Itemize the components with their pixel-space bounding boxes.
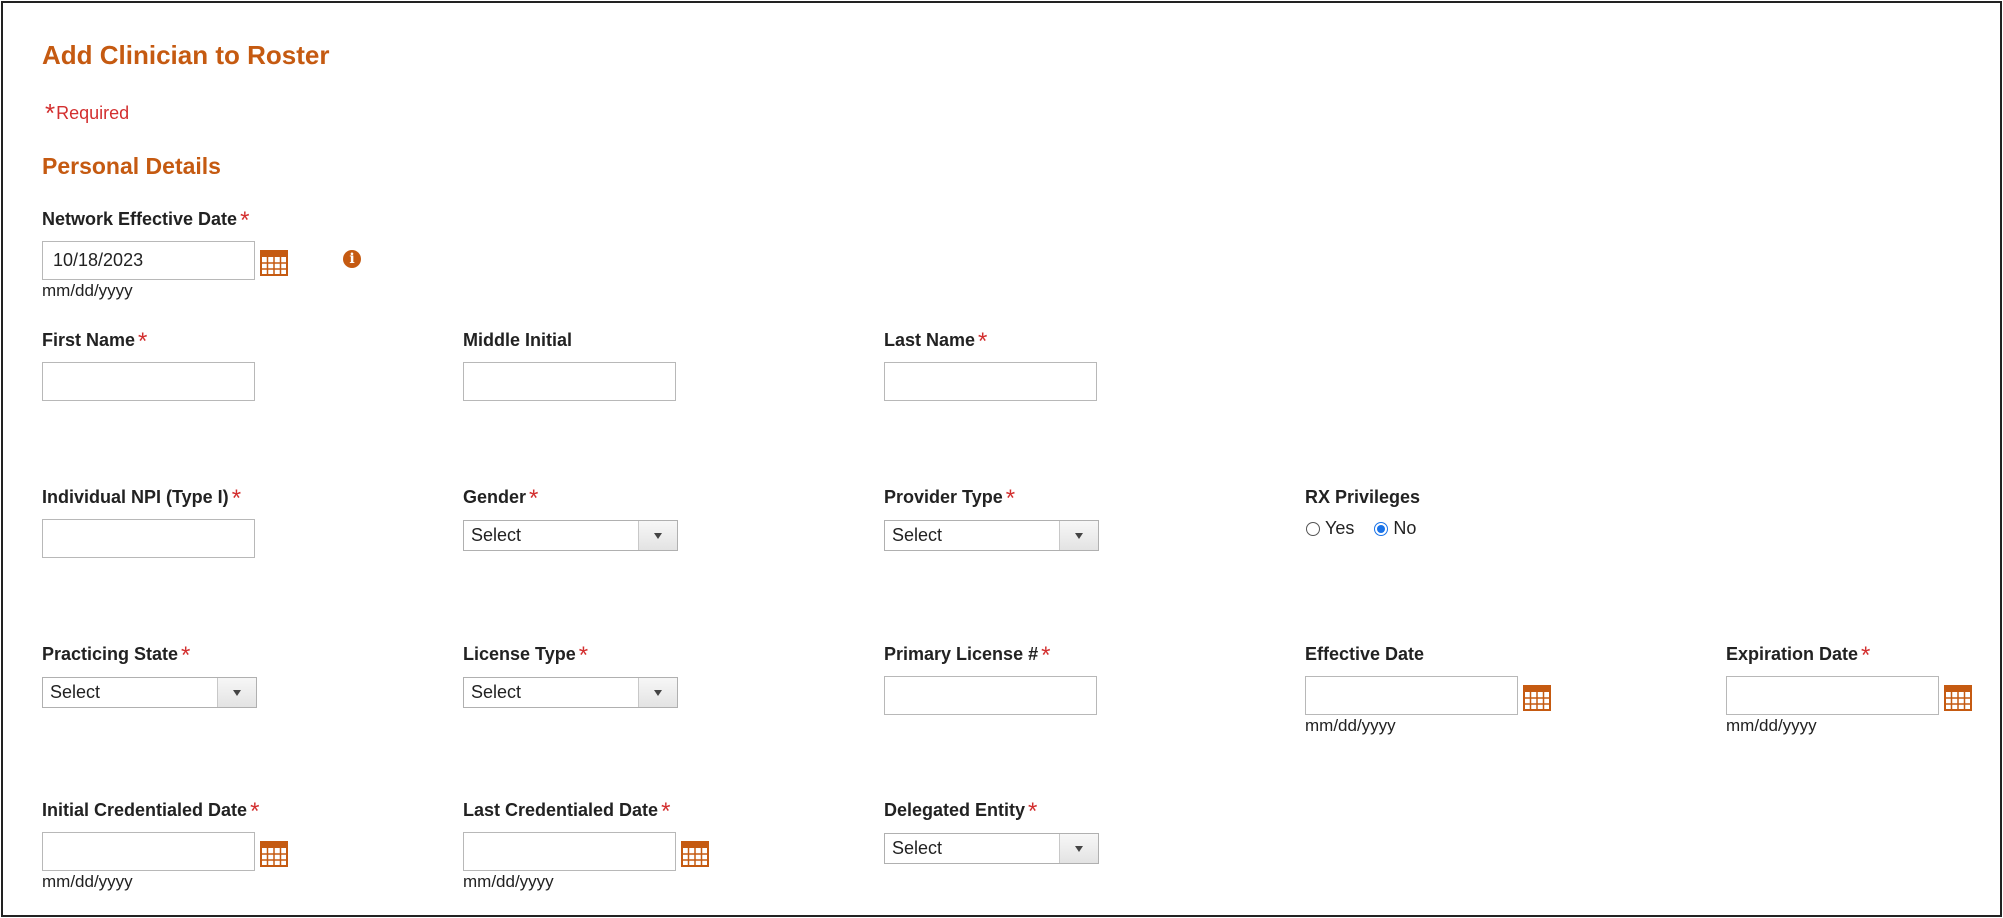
- last-name-label: Last Name *: [884, 330, 987, 354]
- calendar-icon[interactable]: [259, 247, 289, 277]
- gender-label-text: Gender: [463, 487, 527, 507]
- last-name-label-text: Last Name: [884, 330, 976, 350]
- middle-initial-input[interactable]: [463, 362, 676, 401]
- calendar-icon[interactable]: [1522, 682, 1552, 712]
- gender-select-value: Select: [471, 525, 522, 545]
- date-format-hint: mm/dd/yyyy: [1305, 716, 1396, 735]
- individual-npi-label: Individual NPI (Type I) *: [42, 487, 241, 511]
- chevron-down-icon[interactable]: [1059, 834, 1098, 863]
- info-icon[interactable]: i: [343, 250, 361, 268]
- primary-license-label: Primary License # *: [884, 644, 1050, 668]
- chevron-down-icon[interactable]: [638, 521, 677, 550]
- last-credentialed-date-input[interactable]: [463, 832, 676, 871]
- network-effective-date-input[interactable]: [42, 241, 255, 280]
- expiration-date-label-text: Expiration Date: [1726, 644, 1859, 664]
- required-star-icon: *: [250, 798, 260, 825]
- chevron-down-icon[interactable]: [1059, 521, 1098, 550]
- provider-type-select-value: Select: [892, 525, 943, 545]
- first-name-label-text: First Name: [42, 330, 136, 350]
- date-format-hint: mm/dd/yyyy: [42, 872, 133, 891]
- initial-credentialed-date-label-text: Initial Credentialed Date: [42, 800, 248, 820]
- last-credentialed-date-label-text: Last Credentialed Date: [463, 800, 659, 820]
- required-star-icon: *: [1005, 485, 1016, 512]
- required-legend: *Required: [42, 100, 129, 126]
- effective-date-label: Effective Date: [1305, 644, 1425, 664]
- license-type-label: License Type *: [463, 644, 588, 668]
- practicing-state-label-text: Practicing State: [42, 644, 179, 664]
- calendar-icon[interactable]: [259, 838, 289, 868]
- provider-type-label: Provider Type *: [884, 487, 1015, 511]
- initial-credentialed-date-label: Initial Credentialed Date *: [42, 800, 259, 824]
- required-star-icon: *: [240, 207, 250, 234]
- delegated-entity-label-text: Delegated Entity: [884, 800, 1026, 820]
- middle-initial-label: Middle Initial: [463, 330, 573, 350]
- first-name-input[interactable]: [42, 362, 255, 401]
- provider-type-label-text: Provider Type: [884, 487, 1003, 507]
- gender-select[interactable]: Select: [463, 520, 678, 551]
- network-effective-date-label-text: Network Effective Date: [42, 209, 238, 229]
- delegated-entity-label: Delegated Entity *: [884, 800, 1037, 824]
- gender-label: Gender *: [463, 487, 538, 511]
- date-format-hint: mm/dd/yyyy: [463, 872, 554, 891]
- license-type-select[interactable]: Select: [463, 677, 678, 708]
- primary-license-input[interactable]: [884, 676, 1097, 715]
- practicing-state-label: Practicing State *: [42, 644, 190, 668]
- individual-npi-input[interactable]: [42, 519, 255, 558]
- chevron-down-icon[interactable]: [217, 678, 256, 707]
- delegated-entity-select-value: Select: [892, 838, 943, 858]
- required-star-icon: *: [529, 485, 539, 512]
- rx-privileges-no-radio[interactable]: [1374, 521, 1389, 536]
- form-frame: [1, 1, 2002, 917]
- license-type-select-value: Select: [471, 682, 522, 702]
- delegated-entity-select[interactable]: Select: [884, 833, 1099, 864]
- required-star-icon: *: [661, 798, 671, 825]
- expiration-date-label: Expiration Date *: [1726, 644, 1870, 668]
- required-star-icon: *: [978, 328, 988, 355]
- individual-npi-label-text: Individual NPI (Type I): [42, 487, 229, 507]
- rx-privileges-radio-group: Yes No: [1306, 518, 1436, 539]
- last-credentialed-date-label: Last Credentialed Date *: [463, 800, 670, 824]
- required-star-icon: *: [138, 328, 148, 355]
- page-title: Add Clinician to Roster: [42, 40, 330, 70]
- first-name-label: First Name *: [42, 330, 147, 354]
- calendar-icon[interactable]: [1943, 682, 1973, 712]
- practicing-state-select-value: Select: [50, 682, 101, 702]
- date-format-hint: mm/dd/yyyy: [42, 281, 133, 300]
- required-star-icon: *: [578, 642, 589, 669]
- effective-date-input[interactable]: [1305, 676, 1518, 715]
- required-star-icon: *: [1861, 642, 1871, 669]
- expiration-date-input[interactable]: [1726, 676, 1939, 715]
- section-title-personal-details: Personal Details: [42, 153, 221, 179]
- rx-privileges-label: RX Privileges: [1305, 487, 1421, 507]
- rx-privileges-yes-label[interactable]: Yes: [1325, 518, 1354, 539]
- rx-privileges-yes-radio[interactable]: [1306, 521, 1320, 536]
- rx-privileges-no-label[interactable]: No: [1393, 518, 1416, 539]
- primary-license-label-text: Primary License #: [884, 644, 1039, 664]
- calendar-icon[interactable]: [680, 838, 710, 868]
- required-legend-text: Required: [56, 103, 130, 123]
- required-star-icon: *: [1041, 642, 1051, 669]
- date-format-hint: mm/dd/yyyy: [1726, 716, 1817, 735]
- license-type-label-text: License Type: [463, 644, 576, 664]
- provider-type-select[interactable]: Select: [884, 520, 1099, 551]
- required-star-icon: *: [1028, 798, 1038, 825]
- required-star-icon: *: [45, 98, 56, 128]
- network-effective-date-label: Network Effective Date *: [42, 209, 249, 233]
- required-star-icon: *: [231, 485, 242, 512]
- chevron-down-icon[interactable]: [638, 678, 677, 707]
- last-name-input[interactable]: [884, 362, 1097, 401]
- required-star-icon: *: [181, 642, 191, 669]
- initial-credentialed-date-input[interactable]: [42, 832, 255, 871]
- practicing-state-select[interactable]: Select: [42, 677, 257, 708]
